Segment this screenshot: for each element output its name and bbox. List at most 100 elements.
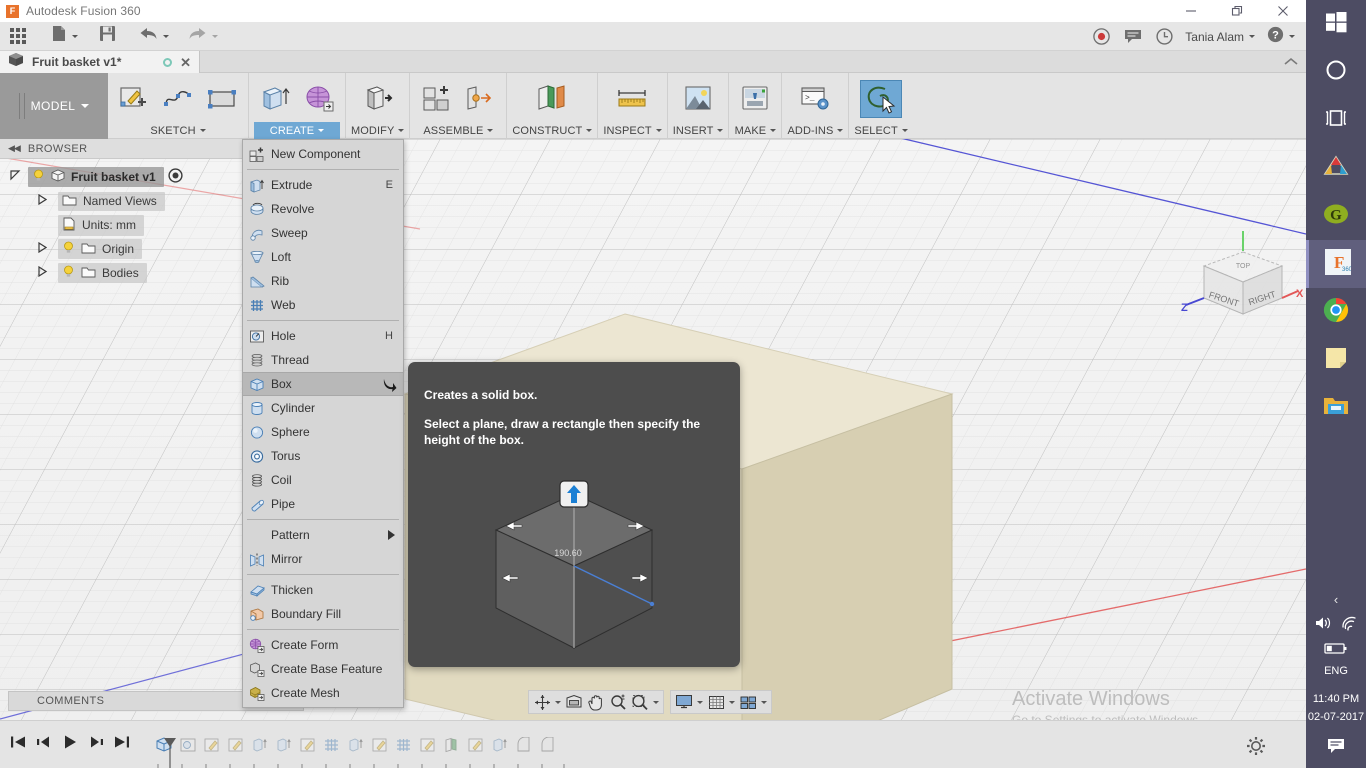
taskbar-grammarly-button[interactable]: G	[1306, 192, 1366, 240]
taskbar-task-view-button[interactable]	[1306, 96, 1366, 144]
ribbon-tab-insert[interactable]: INSERT	[673, 122, 724, 139]
menu-item-web[interactable]: Web	[243, 293, 403, 317]
timeline-feature-sketch[interactable]	[224, 732, 248, 758]
timeline-feature-sketch[interactable]	[200, 732, 224, 758]
zoom-icon[interactable]	[607, 691, 629, 713]
user-menu[interactable]: Tania Alam	[1180, 30, 1260, 44]
look-at-icon[interactable]	[563, 691, 585, 713]
light-bulb-icon[interactable]	[62, 241, 75, 257]
close-document-icon[interactable]: ✕	[180, 56, 191, 69]
browser-node-origin[interactable]: Origin	[0, 237, 250, 261]
rectangle-button[interactable]	[201, 80, 243, 118]
chevron-down-icon[interactable]	[651, 691, 661, 713]
scripts-addins-button[interactable]: >_	[794, 80, 836, 118]
wifi-icon[interactable]	[1340, 615, 1358, 636]
menu-item-sphere[interactable]: Sphere	[243, 420, 403, 444]
menu-item-pipe[interactable]: Pipe	[243, 492, 403, 516]
document-tab[interactable]: Fruit basket v1* ✕	[0, 51, 200, 73]
chevron-down-icon[interactable]	[695, 691, 705, 713]
minimize-icon[interactable]	[1168, 0, 1214, 22]
go-to-end-icon[interactable]	[114, 735, 130, 754]
new-file-button[interactable]	[33, 22, 85, 51]
browser-node-named-views[interactable]: Named Views	[0, 189, 250, 213]
ribbon-tab-modify[interactable]: MODIFY	[351, 122, 405, 139]
history-button[interactable]	[1149, 22, 1180, 51]
menu-item-mirror[interactable]: Mirror	[243, 547, 403, 571]
input-language[interactable]: ENG	[1324, 664, 1348, 686]
menu-item-new-component[interactable]: New Component	[243, 142, 403, 166]
ribbon-tab-make[interactable]: MAKE	[734, 122, 777, 139]
restore-icon[interactable]	[1214, 0, 1260, 22]
menu-item-coil[interactable]: Coil	[243, 468, 403, 492]
timeline-feature-sketch[interactable]	[416, 732, 440, 758]
grid-settings-icon[interactable]	[705, 691, 727, 713]
comments-button[interactable]	[1117, 22, 1149, 51]
volume-icon[interactable]	[1314, 615, 1332, 636]
timeline-feature-extrude[interactable]	[488, 732, 512, 758]
timeline-feature-fillet[interactable]	[512, 732, 536, 758]
taskbar-chrome-button[interactable]	[1306, 288, 1366, 336]
timeline-feature-fillet[interactable]	[536, 732, 560, 758]
ribbon-tab-addins[interactable]: ADD-INS	[787, 122, 844, 139]
component-activate-radio[interactable]	[168, 168, 183, 186]
insert-image-button[interactable]	[677, 80, 719, 118]
pan-hand-icon[interactable]	[585, 691, 607, 713]
select-button[interactable]	[860, 80, 903, 118]
browser-node-units[interactable]: Units: mm	[0, 213, 250, 237]
ribbon-tab-assemble[interactable]: ASSEMBLE	[415, 122, 501, 139]
timeline-feature-construct[interactable]	[440, 732, 464, 758]
timeline-feature-extrude[interactable]	[272, 732, 296, 758]
new-component-button[interactable]	[415, 80, 457, 118]
menu-item-create-mesh[interactable]: Create Mesh	[243, 681, 403, 705]
ribbon-tab-construct[interactable]: CONSTRUCT	[512, 122, 593, 139]
record-button[interactable]	[1086, 22, 1117, 51]
menu-item-boundary-fill[interactable]: Boundary Fill	[243, 602, 403, 626]
menu-item-create-form[interactable]: Create Form	[243, 633, 403, 657]
close-icon[interactable]	[1260, 0, 1306, 22]
taskbar-cortana-button[interactable]	[1306, 48, 1366, 96]
create-form-button[interactable]	[298, 80, 340, 118]
chevron-down-icon[interactable]	[553, 691, 563, 713]
offset-plane-button[interactable]	[531, 80, 573, 118]
expander-expanded-icon[interactable]	[10, 170, 21, 184]
spline-button[interactable]	[157, 80, 199, 118]
extrude-button[interactable]	[254, 80, 296, 118]
timeline-feature-extrude[interactable]	[344, 732, 368, 758]
viewports-icon[interactable]	[737, 691, 759, 713]
create-sketch-button[interactable]	[113, 80, 155, 118]
menu-item-cylinder[interactable]: Cylinder	[243, 396, 403, 420]
timeline-settings-button[interactable]	[1246, 736, 1266, 761]
go-to-beginning-icon[interactable]	[10, 735, 26, 754]
clock-time[interactable]: 11:40 PM	[1313, 692, 1359, 710]
menu-item-thicken[interactable]: Thicken	[243, 578, 403, 602]
ribbon-tab-create[interactable]: CREATE	[254, 122, 340, 139]
workspace-selector[interactable]: MODEL	[0, 73, 108, 139]
joint-button[interactable]	[459, 80, 501, 118]
orbit-icon[interactable]	[531, 691, 553, 713]
timeline-feature-sketch[interactable]	[296, 732, 320, 758]
timeline-feature-hole[interactable]	[176, 732, 200, 758]
timeline-feature-web[interactable]	[320, 732, 344, 758]
timeline-feature-sketch[interactable]	[464, 732, 488, 758]
menu-item-thread[interactable]: Thread	[243, 348, 403, 372]
menu-item-loft[interactable]: Loft	[243, 245, 403, 269]
menu-item-hole[interactable]: Hole H	[243, 324, 403, 348]
menu-item-torus[interactable]: Torus	[243, 444, 403, 468]
taskbar-start-button[interactable]	[1306, 0, 1366, 48]
chevron-down-icon[interactable]	[759, 691, 769, 713]
expander-collapsed-icon[interactable]	[38, 241, 48, 256]
ribbon-tab-select[interactable]: SELECT	[854, 122, 908, 139]
light-bulb-icon[interactable]	[32, 169, 45, 185]
save-button[interactable]	[85, 22, 123, 51]
timeline-feature-extrude[interactable]	[248, 732, 272, 758]
battery-icon[interactable]	[1324, 642, 1348, 660]
taskbar-file-explorer-button[interactable]	[1306, 384, 1366, 432]
ribbon-tab-sketch[interactable]: SKETCH	[113, 122, 243, 139]
menu-item-extrude[interactable]: Extrude E	[243, 173, 403, 197]
ribbon-tab-inspect[interactable]: INSPECT	[603, 122, 662, 139]
expander-collapsed-icon[interactable]	[38, 193, 48, 208]
step-back-icon[interactable]	[36, 735, 52, 754]
press-pull-button[interactable]	[357, 80, 399, 118]
taskbar-sticky-notes-button[interactable]	[1306, 336, 1366, 384]
menu-item-box[interactable]: Box	[243, 372, 403, 396]
